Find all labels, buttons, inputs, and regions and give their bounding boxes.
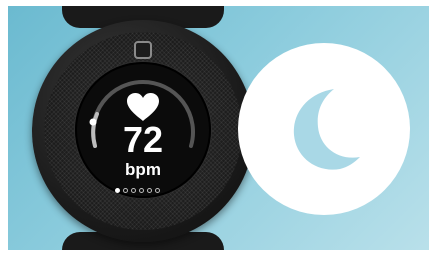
heart-rate-value: 72 xyxy=(122,119,164,160)
sleep-badge xyxy=(238,43,410,215)
page-dot[interactable] xyxy=(131,188,136,193)
smartwatch: 72 bpm xyxy=(32,20,254,242)
moon-icon xyxy=(293,89,360,170)
heart-rate-unit: bpm xyxy=(125,160,161,179)
page-dot[interactable] xyxy=(147,188,152,193)
page-dot[interactable] xyxy=(139,188,144,193)
heart-icon xyxy=(127,93,159,121)
product-scene: 72 bpm xyxy=(8,6,429,250)
page-dot[interactable] xyxy=(115,188,120,193)
watch-crown-button[interactable] xyxy=(134,41,152,59)
page-dot[interactable] xyxy=(123,188,128,193)
page-dot[interactable] xyxy=(155,188,160,193)
page-indicator[interactable] xyxy=(115,188,160,193)
